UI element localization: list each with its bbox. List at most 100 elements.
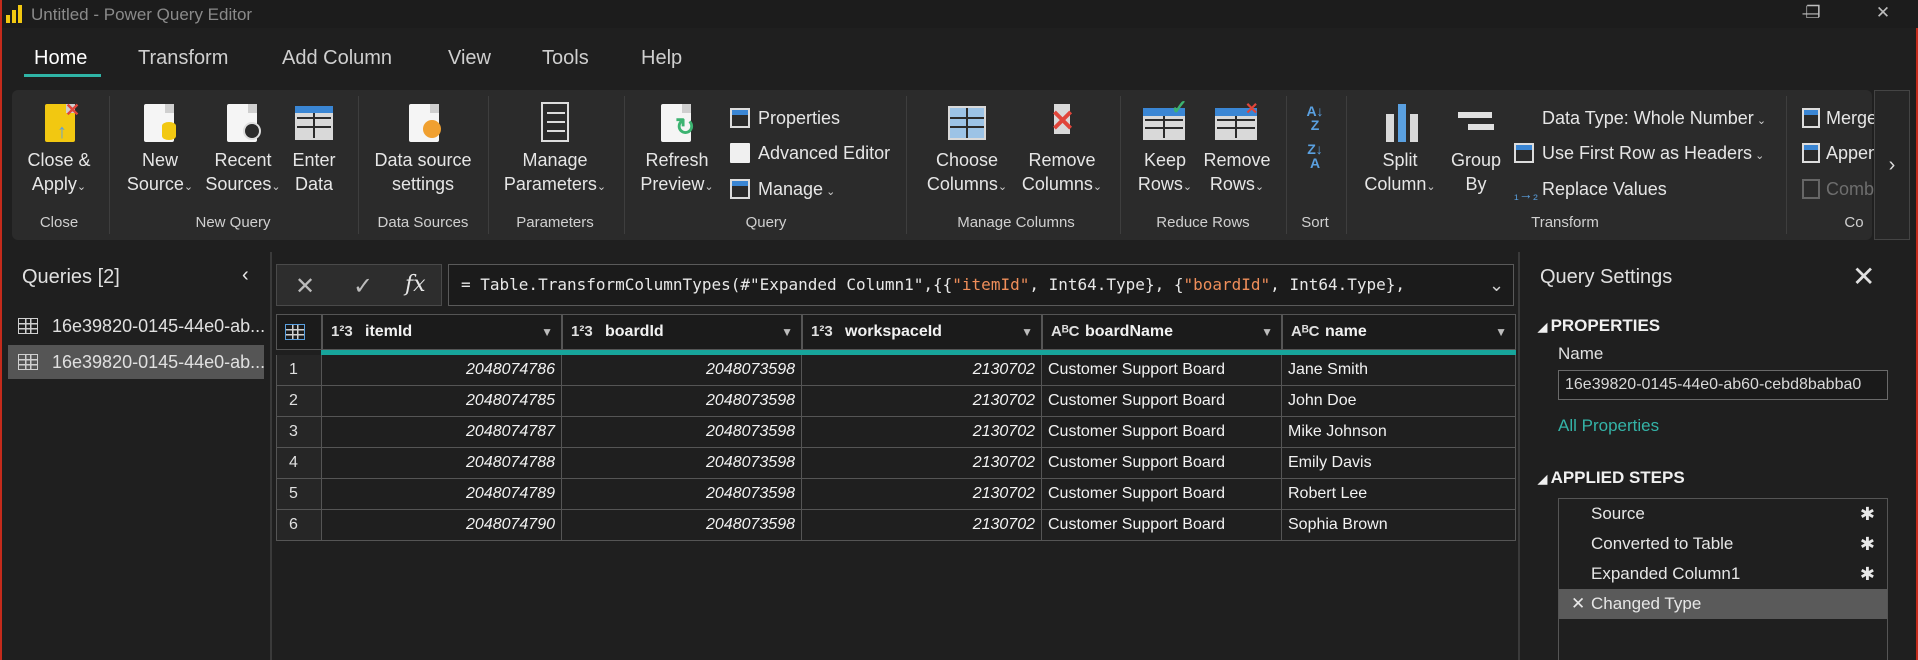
table-cell[interactable]: 2130702 [802, 448, 1042, 479]
column-header[interactable]: 1²3 workspaceId ▼ [802, 314, 1042, 350]
table-cell[interactable]: Customer Support Board [1042, 479, 1282, 510]
table-cell[interactable]: 2048073598 [562, 386, 802, 417]
delete-step-icon[interactable]: ✕ [1571, 589, 1585, 619]
applied-step-selected[interactable]: ✕ Changed Type [1559, 589, 1887, 619]
table-cell[interactable]: Customer Support Board [1042, 448, 1282, 479]
sort-ascending-button[interactable]: A↓ Z [1298, 104, 1332, 132]
recent-sources-button[interactable]: Recent Sources⌄ [200, 100, 286, 199]
table-cell[interactable]: 2048074785 [322, 386, 562, 417]
table-cell[interactable]: Customer Support Board [1042, 355, 1282, 386]
column-filter-dropdown-icon[interactable]: ▼ [541, 325, 553, 339]
pane-divider[interactable] [1518, 252, 1520, 660]
data-type-dropdown[interactable]: Data Type: Whole Number ⌄ [1542, 106, 1766, 130]
manage-parameters-button[interactable]: Manage Parameters⌄ [500, 100, 610, 199]
data-type-icon[interactable]: 1²3 [571, 323, 593, 340]
column-filter-dropdown-icon[interactable]: ▼ [781, 325, 793, 339]
table-cell[interactable]: 2048074790 [322, 510, 562, 541]
table-cell[interactable]: 2130702 [802, 355, 1042, 386]
gear-icon[interactable]: ✱ [1860, 529, 1875, 559]
properties-section-header[interactable]: ◢ PROPERTIES [1538, 316, 1660, 336]
combine-files-button[interactable]: Comb [1802, 177, 1874, 201]
row-number[interactable]: 6 [276, 510, 322, 541]
fx-icon[interactable]: fx [405, 272, 426, 297]
all-properties-link[interactable]: All Properties [1558, 416, 1659, 436]
table-cell[interactable]: Customer Support Board [1042, 386, 1282, 417]
column-filter-dropdown-icon[interactable]: ▼ [1495, 325, 1507, 339]
ribbon-scroll-right-button[interactable]: › [1874, 90, 1910, 240]
expand-formula-icon[interactable]: ⌄ [1480, 265, 1513, 305]
tab-tools[interactable]: Tools [542, 47, 589, 70]
new-source-button[interactable]: New Source⌄ [120, 100, 200, 199]
column-header[interactable]: AᴮC name ▼ [1282, 314, 1516, 350]
table-cell[interactable]: 2048074788 [322, 448, 562, 479]
table-cell[interactable]: 2048073598 [562, 448, 802, 479]
column-header[interactable]: AᴮC boardName ▼ [1042, 314, 1282, 350]
replace-values-button[interactable]: ₁→₂ Replace Values [1514, 177, 1667, 202]
choose-columns-button[interactable]: Choose Columns⌄ [926, 100, 1008, 199]
remove-rows-button[interactable]: ✕ Remove Rows⌄ [1200, 100, 1274, 199]
column-header[interactable]: 1²3 itemId ▼ [322, 314, 562, 350]
applied-step[interactable]: Expanded Column1 ✱ [1559, 559, 1887, 589]
group-by-button[interactable]: Group By [1448, 100, 1504, 196]
tab-home[interactable]: Home [34, 47, 87, 70]
table-cell[interactable]: Sophia Brown [1282, 510, 1516, 541]
table-cell[interactable]: John Doe [1282, 386, 1516, 417]
commit-formula-icon[interactable]: ✓ [353, 272, 373, 301]
table-cell[interactable]: 2048074787 [322, 417, 562, 448]
table-cell[interactable]: 2048074789 [322, 479, 562, 510]
table-cell[interactable]: 2048073598 [562, 510, 802, 541]
table-cell[interactable]: 2130702 [802, 479, 1042, 510]
table-cell[interactable]: Jane Smith [1282, 355, 1516, 386]
remove-columns-button[interactable]: ✕ Remove Columns⌄ [1018, 100, 1106, 199]
table-cell[interactable]: 2048074786 [322, 355, 562, 386]
manage-button[interactable]: Manage ⌄ [730, 177, 835, 201]
keep-rows-button[interactable]: ✓ Keep Rows⌄ [1132, 97, 1198, 199]
row-number[interactable]: 1 [276, 355, 322, 386]
enter-data-button[interactable]: Enter Data [288, 100, 340, 196]
close-apply-button[interactable]: ✕ ↑ Close & Apply⌄ [22, 100, 96, 199]
tab-view[interactable]: View [448, 47, 491, 70]
collapse-queries-icon[interactable]: ‹ [242, 264, 249, 287]
close-window-button[interactable]: ✕ [1860, 0, 1906, 28]
column-filter-dropdown-icon[interactable]: ▼ [1261, 325, 1273, 339]
gear-icon[interactable]: ✱ [1860, 499, 1875, 529]
row-number[interactable]: 3 [276, 417, 322, 448]
applied-step[interactable]: Source ✱ [1559, 499, 1887, 529]
query-item-selected[interactable]: 16e39820-0145-44e0-ab... [8, 345, 264, 379]
row-number[interactable]: 2 [276, 386, 322, 417]
table-cell[interactable]: 2130702 [802, 510, 1042, 541]
query-item[interactable]: 16e39820-0145-44e0-ab... [8, 309, 264, 343]
restore-button[interactable]: ❐ [1790, 0, 1836, 28]
advanced-editor-button[interactable]: Advanced Editor [730, 141, 890, 165]
table-cell[interactable]: Emily Davis [1282, 448, 1516, 479]
row-number[interactable]: 5 [276, 479, 322, 510]
tab-transform[interactable]: Transform [138, 47, 228, 70]
applied-steps-section-header[interactable]: ◢ APPLIED STEPS [1538, 468, 1685, 488]
table-cell[interactable]: Robert Lee [1282, 479, 1516, 510]
table-cell[interactable]: 2048073598 [562, 417, 802, 448]
table-cell[interactable]: 2130702 [802, 417, 1042, 448]
gear-icon[interactable]: ✱ [1860, 559, 1875, 589]
data-source-settings-button[interactable]: Data source settings [368, 100, 478, 196]
table-cell[interactable]: Mike Johnson [1282, 417, 1516, 448]
refresh-preview-button[interactable]: ↻ Refresh Preview⌄ [636, 100, 718, 199]
data-type-icon[interactable]: AᴮC [1291, 323, 1319, 340]
cancel-formula-icon[interactable]: ✕ [295, 272, 315, 301]
applied-step[interactable]: Converted to Table ✱ [1559, 529, 1887, 559]
split-column-button[interactable]: Split Column⌄ [1358, 100, 1442, 199]
row-number[interactable]: 4 [276, 448, 322, 479]
merge-queries-button[interactable]: Merge [1802, 106, 1877, 130]
tab-add-column[interactable]: Add Column [282, 47, 392, 70]
properties-button[interactable]: Properties [730, 106, 840, 130]
table-cell[interactable]: 2048073598 [562, 355, 802, 386]
table-menu-button[interactable] [276, 314, 322, 350]
formula-input[interactable]: = Table.TransformColumnTypes(#"Expanded … [448, 264, 1514, 306]
table-cell[interactable]: Customer Support Board [1042, 417, 1282, 448]
column-filter-dropdown-icon[interactable]: ▼ [1021, 325, 1033, 339]
tab-help[interactable]: Help [641, 47, 682, 70]
data-type-icon[interactable]: 1²3 [811, 323, 833, 340]
use-first-row-headers-button[interactable]: Use First Row as Headers ⌄ [1514, 141, 1764, 165]
column-header[interactable]: 1²3 boardId ▼ [562, 314, 802, 350]
table-cell[interactable]: 2130702 [802, 386, 1042, 417]
sort-descending-button[interactable]: Z↓ A [1298, 142, 1332, 170]
